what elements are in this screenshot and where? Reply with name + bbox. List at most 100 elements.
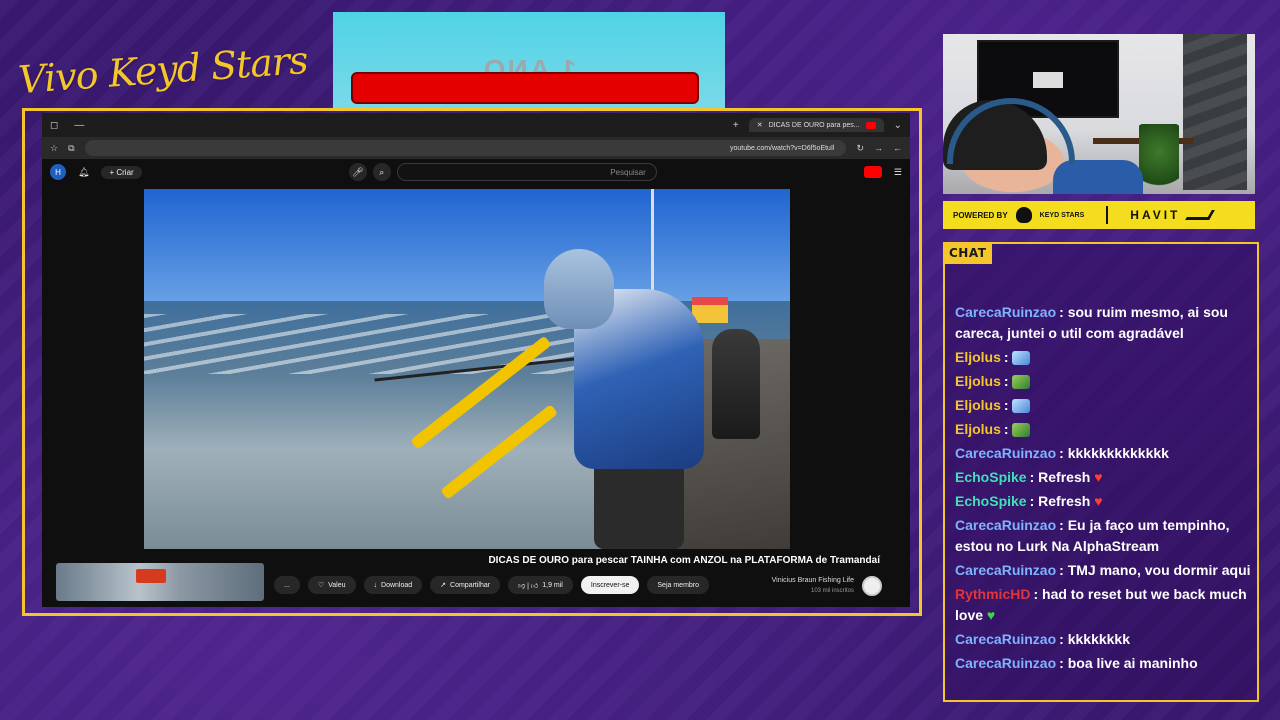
tab-menu-icon[interactable]: ⌄	[894, 120, 902, 131]
like-dislike-button[interactable]: 👎︎ | 👍︎ 1,9 mil	[508, 576, 573, 594]
new-tab-icon[interactable]: +	[733, 120, 739, 131]
keyd-stars-logo-icon	[1015, 207, 1032, 223]
chat-message: CarecaRuinzao: Eu ja faço um tempinho, e…	[955, 515, 1251, 557]
thanks-button[interactable]: ♡ Valeu	[307, 576, 356, 594]
close-tab-icon[interactable]: ✕	[757, 121, 763, 129]
webcam-feed	[943, 34, 1255, 194]
chat-message: CarecaRuinzao: kkkkkkkkkkkkk	[955, 443, 1251, 464]
share-button[interactable]: ↗ Compartilhar	[430, 576, 501, 594]
chat-username[interactable]: EchoSpike	[955, 469, 1027, 485]
like-count: 1,9 mil	[542, 581, 563, 589]
menu-icon[interactable]: ☰	[894, 167, 902, 178]
url-field[interactable]: youtube.com/watch?v=D6f5oEtuIl	[84, 140, 847, 156]
chat-message: CarecaRuinzao: boa live ai maninho	[955, 653, 1251, 674]
chat-message: EchoSpike: Refresh ♥	[955, 467, 1251, 488]
notifications-bell-icon[interactable]: 🔔︎	[78, 167, 89, 178]
video-info-bar: DICAS DE OURO para pescar TAINHA com ANZ…	[42, 549, 910, 607]
havit-logo: HAVIT	[1130, 208, 1181, 222]
search-input[interactable]: Pesquisar	[396, 163, 657, 181]
ad-logo	[136, 569, 166, 583]
chat-username[interactable]: Eljolus	[955, 349, 1001, 365]
back-icon[interactable]: ←	[893, 143, 902, 153]
chat-messages: CarecaRuinzao: sou ruim mesmo, ai sou ca…	[955, 302, 1251, 677]
chat-username[interactable]: CarecaRuinzao	[955, 445, 1056, 461]
chat-username[interactable]: CarecaRuinzao	[955, 517, 1056, 533]
chat-separator: :	[1033, 586, 1043, 602]
chat-username[interactable]: CarecaRuinzao	[955, 304, 1056, 320]
reload-icon[interactable]: ↻	[856, 143, 864, 154]
subscribe-button[interactable]: Inscrever-se	[580, 576, 640, 594]
close-window-icon[interactable]: ◻	[50, 120, 58, 131]
chat-header: CHAT	[943, 242, 993, 264]
chat-username[interactable]: EchoSpike	[955, 493, 1027, 509]
download-button[interactable]: ↓ Download	[363, 576, 423, 594]
extensions-icon[interactable]: ⧉	[68, 143, 74, 154]
chat-separator: :	[1059, 631, 1068, 647]
browser-tab[interactable]: ✕ DICAS DE OURO para pes...	[748, 118, 884, 132]
chat-separator: :	[1059, 517, 1068, 533]
more-actions-button[interactable]: ...	[274, 576, 300, 594]
create-button[interactable]: + Criar	[101, 165, 142, 179]
chat-message: Eljolus:	[955, 347, 1251, 368]
heart-red-icon: ♥	[1094, 469, 1103, 485]
search-icon[interactable]: ⌕	[372, 163, 391, 181]
search-placeholder: Pesquisar	[610, 167, 646, 177]
chat-separator: :	[1059, 304, 1068, 320]
address-bar: ☆ ⧉ youtube.com/watch?v=D6f5oEtuIl ↻ → ←	[42, 137, 910, 159]
stream-logo: Vivo Keyd Stars	[16, 37, 309, 103]
account-avatar[interactable]: H	[50, 164, 66, 180]
chat-username[interactable]: Eljolus	[955, 421, 1001, 437]
video-actions: ... ♡ Valeu ↓ Download ↗ Compartilhar 👎︎…	[274, 576, 710, 594]
havit-mark-icon	[1185, 210, 1216, 220]
chat-username[interactable]: RythmicHD	[955, 586, 1030, 602]
chat-separator: :	[1029, 493, 1039, 509]
chat-message: EchoSpike: Refresh ♥	[955, 491, 1251, 512]
croc-emote-icon	[1012, 423, 1031, 438]
chat-text: Refresh	[1038, 493, 1095, 509]
youtube-tab-icon	[865, 121, 876, 129]
chat-text: kkkkkkkk	[1067, 631, 1131, 647]
youtube-logo-icon[interactable]	[863, 166, 882, 178]
chat-separator: :	[1059, 445, 1068, 461]
keyd-stars-text: KEYD STARS	[1039, 211, 1085, 219]
fish-emote-icon	[1012, 351, 1031, 366]
video-fisherman	[544, 249, 714, 549]
youtube-header: H 🔔︎ + Criar 🎤︎ ⌕ Pesquisar ☰	[42, 159, 910, 185]
webcam-plant	[1139, 124, 1179, 194]
chat-username[interactable]: Eljolus	[955, 397, 1001, 413]
chat-text: Refresh	[1038, 469, 1095, 485]
video-title: DICAS DE OURO para pescar TAINHA com ANZ…	[488, 555, 880, 566]
voice-search-icon[interactable]: 🎤︎	[348, 163, 367, 181]
chat-separator: :	[1003, 397, 1013, 413]
minimize-icon[interactable]: —	[74, 120, 84, 131]
channel-name[interactable]: Vinicius Braun Fishing Life	[772, 576, 854, 586]
subscriber-count: 103 mil inscritos	[810, 588, 854, 594]
webcam-shirt	[1053, 160, 1143, 194]
fish-emote-icon	[1012, 399, 1031, 414]
croc-emote-icon	[1012, 375, 1031, 390]
chat-text: TMJ mano, vou dormir aqui	[1067, 562, 1251, 578]
video-player[interactable]	[144, 189, 790, 549]
forward-icon[interactable]: →	[874, 143, 883, 153]
channel-avatar[interactable]	[862, 576, 882, 596]
chat-panel: CHAT CarecaRuinzao: sou ruim mesmo, ai s…	[943, 242, 1259, 702]
chat-separator: :	[1029, 469, 1039, 485]
sponsor-bar: POWERED BY KEYD STARS HAVIT	[943, 201, 1255, 229]
channel-info: Vinicius Braun Fishing Life 103 mil insc…	[772, 576, 882, 596]
join-button[interactable]: Seja membro	[647, 576, 710, 594]
ad-thumbnail[interactable]	[56, 563, 264, 601]
bookmark-star-icon[interactable]: ☆	[50, 143, 58, 154]
chat-separator: :	[1003, 421, 1013, 437]
webcam-flag	[1183, 34, 1247, 190]
chat-text: kkkkkkkkkkkkk	[1067, 445, 1169, 461]
chat-username[interactable]: CarecaRuinzao	[955, 655, 1056, 671]
chat-message: Eljolus:	[955, 419, 1251, 440]
chat-message: RythmicHD: had to reset but we back much…	[955, 584, 1251, 626]
chat-username[interactable]: Eljolus	[955, 373, 1001, 389]
download-label: Download	[381, 581, 413, 589]
chat-username[interactable]: CarecaRuinzao	[955, 562, 1056, 578]
heart-red-icon: ♥	[1094, 493, 1103, 509]
sponsor-divider	[1106, 206, 1109, 224]
chat-username[interactable]: CarecaRuinzao	[955, 631, 1056, 647]
url-text: youtube.com/watch?v=D6f5oEtuIl	[729, 144, 835, 152]
